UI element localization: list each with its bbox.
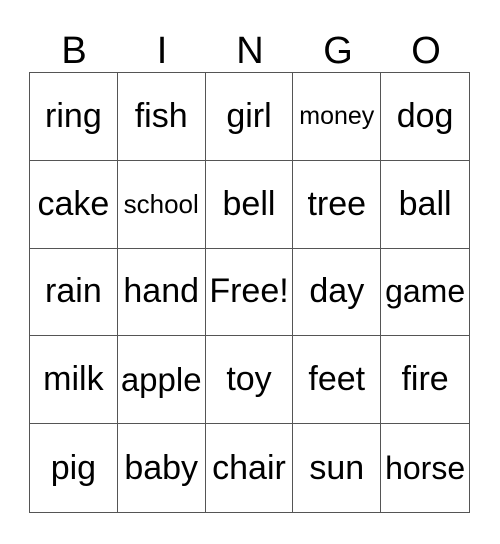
cell-word: fire [401,360,449,399]
bingo-cell[interactable]: tree [293,160,382,249]
cell-word: apple [120,360,202,398]
cell-word: baby [124,448,199,487]
bingo-cell[interactable]: pig [30,424,118,512]
header-letter: O [411,30,441,72]
bingo-cell[interactable]: ball [381,161,469,249]
bingo-cell[interactable]: chair [206,424,294,512]
bingo-cell[interactable]: toy [205,336,294,425]
cell-word: milk [43,360,104,399]
bingo-cell[interactable]: day [293,248,382,337]
cell-word: chair [212,448,286,487]
cell-word: ring [45,96,102,135]
bingo-cell[interactable]: feet [293,336,382,425]
cell-word: bell [222,184,276,223]
bingo-cell[interactable]: baby [118,424,206,512]
cell-word: cake [37,184,110,223]
bingo-cell[interactable]: horse [381,424,469,512]
cell-word: toy [226,360,272,399]
bingo-cell[interactable]: money [293,73,382,161]
cell-word: fish [134,96,188,135]
header-letter: G [323,30,353,72]
header-letter: N [236,30,264,72]
cell-word: day [309,272,365,311]
bingo-header: BINGO [30,30,470,72]
bingo-cell[interactable]: fire [381,336,469,425]
cell-word: Free! [209,272,289,311]
bingo-cell[interactable]: game [381,249,469,337]
bingo-cell[interactable]: milk [30,336,118,425]
cell-word: dog [396,96,454,135]
cell-word: ball [398,184,452,223]
free-space-cell[interactable]: Free! [205,248,294,337]
bingo-cell[interactable]: ring [30,73,118,161]
header-letter: B [61,30,87,72]
bingo-cell[interactable]: school [117,160,206,249]
cell-word: hand [123,272,200,311]
bingo-cell[interactable]: apple [117,336,206,425]
bingo-cell[interactable]: rain [30,248,118,337]
cell-word: money [299,101,375,130]
bingo-cell[interactable]: cake [30,160,118,249]
cell-word: girl [226,96,272,135]
cell-word: rain [45,272,102,311]
cell-word: horse [385,449,466,486]
bingo-cell[interactable]: bell [205,160,294,249]
cell-word: sun [309,448,365,487]
bingo-card-grid: ring fish girl money dog cake school bell tree ba… [29,72,470,513]
bingo-cell[interactable]: sun [293,424,382,512]
cell-word: game [385,273,466,310]
cell-word: tree [307,184,367,223]
cell-word: pig [50,448,97,487]
bingo-cell[interactable]: dog [381,73,469,161]
cell-word: school [123,188,199,219]
bingo-cell[interactable]: hand [117,248,206,337]
bingo-cell[interactable]: fish [117,73,206,161]
bingo-cell[interactable]: girl [205,73,294,161]
header-letter: I [156,30,168,72]
cell-word: feet [308,360,366,399]
